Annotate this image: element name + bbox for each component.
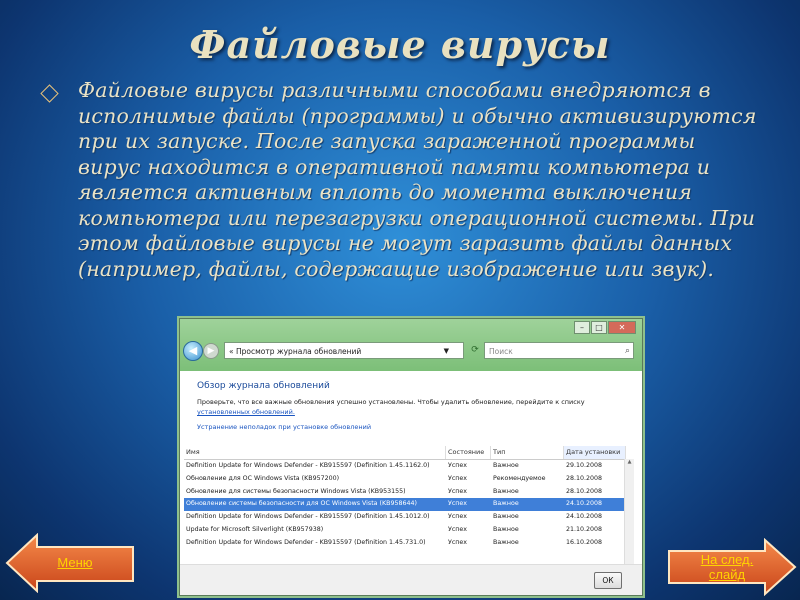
cell-date: 21.10.2008 — [566, 525, 603, 533]
cell-date: 24.10.2008 — [566, 513, 603, 521]
cell-date: 16.10.2008 — [566, 538, 603, 546]
cell-name: Definition Update for Windows Defender -… — [186, 538, 426, 546]
close-icon[interactable]: ✕ — [608, 321, 636, 334]
column-header-type[interactable]: Тип — [491, 446, 564, 459]
installed-updates-link[interactable]: установленных обновлений. — [197, 408, 295, 416]
address-text: Просмотр журнала обновлений — [235, 347, 362, 356]
table-row[interactable]: Definition Update for Windows Defender -… — [184, 460, 632, 473]
cell-type: Важное — [493, 500, 519, 508]
search-input[interactable]: Поиск ⌕ — [484, 342, 634, 359]
cell-type: Важное — [493, 513, 519, 521]
cell-date: 29.10.2008 — [566, 462, 603, 469]
cell-status: Успех — [448, 513, 468, 521]
table-row-selected[interactable]: Обновление системы безопасности для ОС W… — [184, 498, 632, 512]
cell-name: Update for Microsoft Silverlight (KB9579… — [186, 525, 324, 533]
description-text: Проверьте, что все важные обновления усп… — [197, 398, 585, 406]
cell-date: 28.10.2008 — [566, 487, 603, 495]
cell-type: Важное — [493, 487, 519, 495]
column-header-name[interactable]: Имя — [184, 446, 446, 459]
cell-status: Успех — [448, 538, 468, 546]
cell-name: Обновление для системы безопасности Wind… — [186, 487, 406, 495]
scroll-up-icon[interactable]: ▲ — [625, 459, 634, 465]
table-scrollbar[interactable]: ▲ — [624, 459, 634, 569]
cell-name: Обновление для ОС Windows Vista (KB95720… — [186, 474, 340, 482]
back-arrow-icon[interactable]: ◀ — [183, 341, 203, 361]
chevron-down-icon[interactable]: ▼ — [444, 343, 449, 360]
next-slide-label-line2: слайд — [708, 567, 746, 582]
page-heading: Обзор журнала обновлений — [197, 381, 330, 391]
table-row[interactable]: Обновление для ОС Windows Vista (KB95720… — [184, 473, 632, 486]
cell-status: Успех — [448, 462, 468, 469]
next-slide-button[interactable]: На след. слайд — [667, 537, 797, 597]
address-bar[interactable]: « Просмотр журнала обновлений ▼ — [224, 342, 464, 359]
cell-status: Успех — [448, 525, 468, 533]
next-slide-label-line1: На след. — [700, 552, 754, 567]
menu-button[interactable]: Меню — [5, 532, 135, 594]
cell-type: Рекомендуемое — [493, 474, 546, 482]
page-description: Проверьте, что все важные обновления усп… — [197, 397, 617, 417]
table-row[interactable]: Definition Update for Windows Defender -… — [184, 537, 632, 550]
bullet-diamond-icon — [40, 84, 59, 103]
cell-date: 28.10.2008 — [566, 474, 603, 482]
cell-status: Успех — [448, 474, 468, 482]
cell-status: Успех — [448, 500, 468, 508]
updates-table: Имя Состояние Тип Дата установки Definit… — [184, 446, 632, 550]
search-placeholder: Поиск — [489, 347, 513, 356]
caption-buttons: – □ ✕ — [574, 321, 636, 334]
update-history-window: – □ ✕ ◀ ▶ « Просмотр журнала обновлений … — [179, 318, 643, 596]
cell-name: Definition Update for Windows Defender -… — [186, 462, 430, 469]
menu-label: Меню — [57, 555, 93, 570]
cell-date: 24.10.2008 — [566, 500, 603, 508]
window-content: Обзор журнала обновлений Проверьте, что … — [180, 371, 642, 595]
cell-type: Важное — [493, 462, 519, 469]
column-header-date[interactable]: Дата установки — [564, 446, 626, 459]
troubleshoot-link[interactable]: Устранение неполадок при установке обнов… — [197, 423, 371, 431]
table-row[interactable]: Update for Microsoft Silverlight (KB9579… — [184, 524, 632, 537]
table-row[interactable]: Definition Update for Windows Defender -… — [184, 511, 632, 524]
forward-arrow-icon[interactable]: ▶ — [203, 343, 219, 359]
ok-button[interactable]: ОК — [594, 572, 622, 589]
window-footer: ОК — [180, 564, 642, 595]
cell-type: Важное — [493, 525, 519, 533]
refresh-icon[interactable]: ⟳ — [468, 342, 482, 359]
table-header: Имя Состояние Тип Дата установки — [184, 446, 632, 460]
search-icon[interactable]: ⌕ — [625, 343, 630, 360]
maximize-icon[interactable]: □ — [591, 321, 607, 334]
slide-body-text: Файловые вирусы различными способами вне… — [78, 78, 757, 281]
cell-type: Важное — [493, 538, 519, 546]
cell-status: Успех — [448, 487, 468, 495]
window-titlebar: – □ ✕ ◀ ▶ « Просмотр журнала обновлений … — [180, 319, 642, 371]
address-chevron-icon: « — [229, 347, 236, 356]
next-slide-label: На след. слайд — [687, 552, 767, 582]
cell-name: Обновление системы безопасности для ОС W… — [186, 500, 417, 508]
cell-name: Definition Update for Windows Defender -… — [186, 513, 430, 521]
column-header-status[interactable]: Состояние — [446, 446, 491, 459]
slide-title: Файловые вирусы — [189, 22, 611, 67]
table-row[interactable]: Обновление для системы безопасности Wind… — [184, 486, 632, 499]
minimize-icon[interactable]: – — [574, 321, 590, 334]
